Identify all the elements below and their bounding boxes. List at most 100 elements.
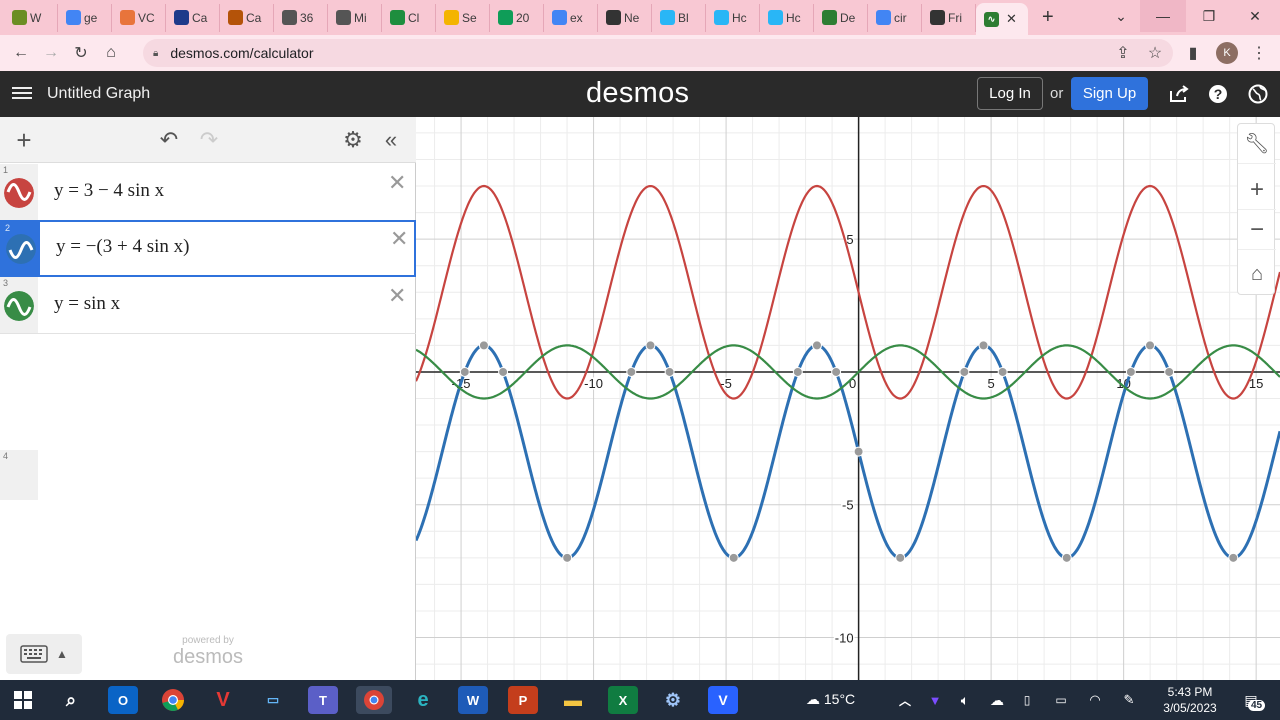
graph-paper[interactable]: -15 -10 -5 0 5 10 15 -10 -5 5 — [416, 117, 1280, 680]
expression-row-1[interactable]: 1 y = 3 − 4 sin x ✕ — [0, 164, 416, 221]
tab-label: VC — [138, 10, 155, 25]
volume-icon[interactable]: 🔈︎ — [950, 686, 980, 714]
home-icon[interactable]: ⌂ — [96, 38, 126, 68]
expression-row-2[interactable]: 2 y = −(3 + 4 sin x) ✕ — [0, 220, 416, 277]
close-window-button[interactable]: ✕ — [1232, 0, 1278, 32]
expression-latex[interactable]: y = 3 − 4 sin x — [54, 180, 164, 202]
bookmark-star-icon[interactable]: ☆ — [1140, 38, 1170, 68]
tab-5[interactable]: Ca — [220, 3, 274, 32]
tab-12[interactable]: Ne — [598, 3, 652, 32]
new-tab-button[interactable]: + — [1042, 6, 1064, 29]
restore-button[interactable]: ❐ — [1186, 0, 1232, 32]
excel-icon[interactable]: X — [608, 686, 638, 714]
zoom-out-button[interactable]: − — [1238, 210, 1276, 250]
collapse-panel-icon[interactable]: « — [378, 127, 404, 153]
tab-favicon-icon — [336, 10, 351, 25]
tab-7[interactable]: Mi — [328, 3, 382, 32]
onedrive-icon[interactable]: ☁ — [982, 686, 1012, 714]
zoom-in-button[interactable]: + — [1238, 170, 1276, 210]
reload-icon[interactable]: ↻ — [66, 38, 96, 68]
graph-color-swatch-icon[interactable] — [4, 178, 34, 208]
tab-4[interactable]: Ca — [166, 3, 220, 32]
powerpoint-icon[interactable]: P — [508, 686, 538, 714]
tab-1[interactable]: W — [4, 3, 58, 32]
app-v-icon[interactable]: V — [208, 686, 238, 714]
login-button[interactable]: Log In — [977, 77, 1043, 110]
teams-icon[interactable]: T — [308, 686, 338, 714]
undo-icon[interactable]: ↶ — [156, 127, 182, 153]
share-icon[interactable]: ⇪ — [1108, 38, 1138, 68]
edge-icon[interactable]: e — [408, 686, 438, 714]
outlook-icon[interactable]: O — [108, 686, 138, 714]
settings-gear-icon[interactable]: ⚙ — [340, 127, 366, 153]
tab-10[interactable]: 20 — [490, 3, 544, 32]
address-bar-row: ← → ↻ ⌂ 🔒︎ desmos.com/calculator ⇪ ☆ ▮ K… — [0, 35, 1280, 71]
graph-svg[interactable]: -15 -10 -5 0 5 10 15-10-55 — [416, 117, 1280, 680]
tab-3[interactable]: VC — [112, 3, 166, 32]
tab-label: ex — [570, 10, 583, 25]
usb-icon[interactable]: ▯ — [1012, 686, 1042, 714]
app-settings-icon[interactable]: ⚙ — [658, 686, 688, 714]
redo-icon[interactable]: ↷ — [196, 127, 222, 153]
signup-button[interactable]: Sign Up — [1071, 77, 1148, 110]
default-view-home-icon[interactable]: ⌂ — [1238, 254, 1276, 294]
tab-search-icon[interactable]: ⌄ — [1098, 0, 1144, 32]
close-tab-icon[interactable]: ✕ — [1006, 11, 1017, 27]
windows-start-icon[interactable] — [8, 686, 38, 714]
weather-widget[interactable]: ☁ 15°C — [806, 691, 855, 708]
browser-menu-icon[interactable]: ⋮ — [1244, 38, 1274, 68]
graph-color-swatch-icon[interactable] — [6, 234, 36, 264]
tab-9[interactable]: Se — [436, 3, 490, 32]
expression-latex[interactable]: y = sin x — [54, 293, 120, 315]
tab-15[interactable]: Hc — [760, 3, 814, 32]
delete-expression-icon[interactable]: ✕ — [388, 170, 406, 196]
tab-6[interactable]: 36 — [274, 3, 328, 32]
tray-app-icon[interactable]: ▼ — [920, 686, 950, 714]
expression-row-3[interactable]: 3 y = sin x ✕ — [0, 277, 416, 334]
keyboard-toggle-button[interactable]: ▲ — [6, 634, 82, 674]
graph-color-swatch-icon[interactable] — [4, 291, 34, 321]
tab-8[interactable]: Cl — [382, 3, 436, 32]
tab-18[interactable]: Fri — [922, 3, 976, 32]
graph-settings-wrench-icon[interactable]: 🔧︎ — [1238, 124, 1276, 164]
pc-icon[interactable]: ▭ — [258, 686, 288, 714]
chrome-active-icon[interactable] — [356, 686, 392, 714]
forward-icon[interactable]: → — [36, 38, 66, 68]
word-icon[interactable]: W — [458, 686, 488, 714]
tab-favicon-icon — [66, 10, 81, 25]
sidepanel-icon[interactable]: ▮ — [1178, 38, 1208, 68]
profile-avatar[interactable]: K — [1216, 42, 1238, 64]
tab-16[interactable]: De — [814, 3, 868, 32]
expression-latex[interactable]: y = −(3 + 4 sin x) — [56, 236, 189, 258]
tab-label: cir — [894, 10, 907, 25]
tab-13[interactable]: Bl — [652, 3, 706, 32]
delete-expression-icon[interactable]: ✕ — [388, 283, 406, 309]
tab-2[interactable]: ge — [58, 3, 112, 32]
tab-14[interactable]: Hc — [706, 3, 760, 32]
tray-chevron-icon[interactable]: ︿ — [890, 686, 920, 714]
language-globe-icon[interactable] — [1247, 83, 1269, 105]
minimize-button[interactable]: — — [1140, 0, 1186, 32]
battery-icon[interactable]: ▭ — [1046, 686, 1076, 714]
search-icon[interactable]: ⌕ — [56, 686, 86, 714]
wifi-icon[interactable]: ◠ — [1080, 686, 1110, 714]
delete-expression-icon[interactable]: ✕ — [390, 226, 408, 252]
share-graph-icon[interactable] — [1168, 83, 1190, 105]
add-item-button[interactable]: + — [11, 125, 37, 155]
tab-favicon-icon — [714, 10, 729, 25]
pen-icon[interactable]: ✎ — [1114, 686, 1144, 714]
url-input[interactable]: 🔒︎ desmos.com/calculator — [143, 39, 1173, 67]
tab-label: ge — [84, 10, 98, 25]
tab-17[interactable]: cir — [868, 3, 922, 32]
tab-active[interactable]: ∿ ✕ — [976, 3, 1028, 35]
chrome-icon[interactable] — [158, 686, 188, 714]
app-v2-icon[interactable]: V — [708, 686, 738, 714]
help-icon[interactable]: ? — [1207, 83, 1229, 105]
file-explorer-icon[interactable]: ▬ — [558, 686, 588, 714]
hamburger-menu-icon[interactable] — [12, 84, 32, 102]
back-icon[interactable]: ← — [6, 38, 36, 68]
expression-row-4[interactable]: 4 — [0, 450, 38, 500]
tab-11[interactable]: ex — [544, 3, 598, 32]
graph-title[interactable]: Untitled Graph — [47, 85, 150, 103]
clock[interactable]: 5:43 PM 3/05/2023 — [1158, 684, 1222, 716]
